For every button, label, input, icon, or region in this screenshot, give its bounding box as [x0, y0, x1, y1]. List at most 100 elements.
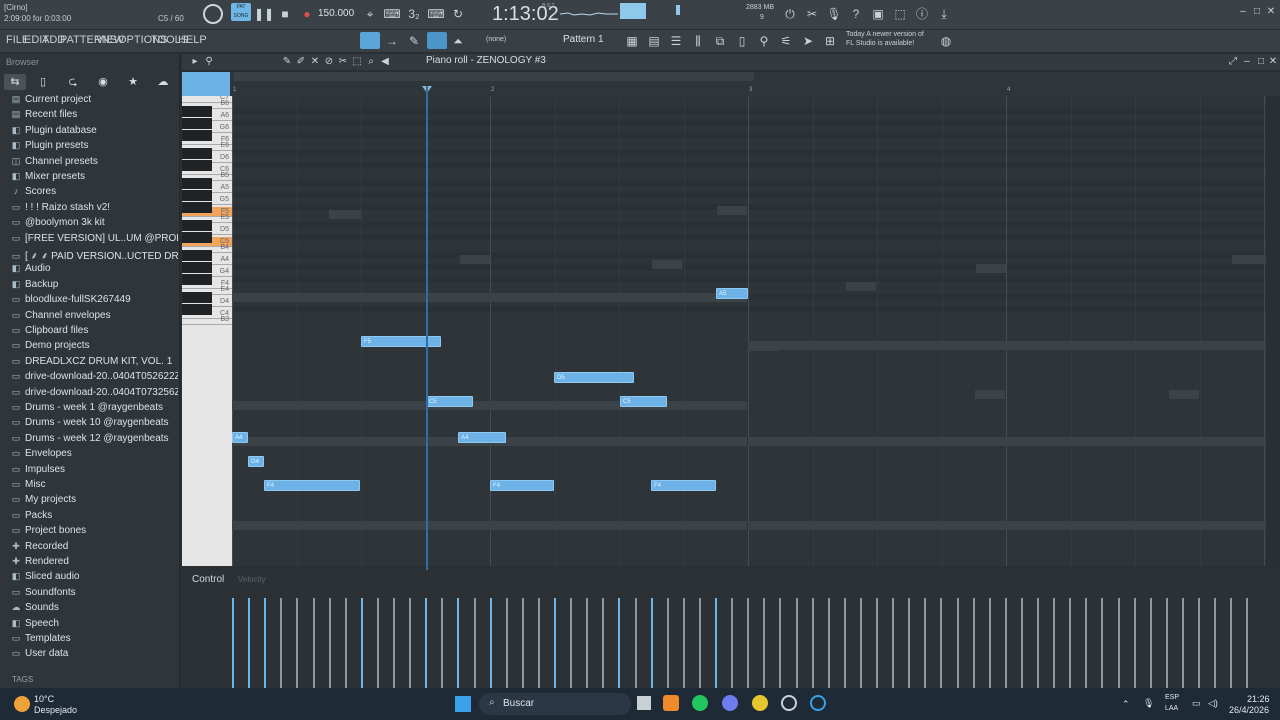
velocity-bar[interactable]	[521, 598, 524, 688]
lang-code[interactable]: ESP	[1165, 694, 1179, 701]
star-icon[interactable]: ★	[122, 74, 144, 90]
velocity-bar[interactable]	[795, 598, 798, 688]
download-icon[interactable]: ⤓	[935, 6, 953, 22]
velocity-bar[interactable]	[586, 598, 589, 688]
black-key[interactable]	[182, 262, 212, 273]
browser-item[interactable]: ◫ Channel presets	[10, 156, 178, 171]
velocity-bar[interactable]	[1117, 598, 1120, 688]
black-key[interactable]	[182, 250, 212, 261]
velocity-bar[interactable]	[328, 598, 331, 688]
weather-temp[interactable]: 10°C	[34, 694, 54, 704]
velocity-bar[interactable]	[1085, 598, 1088, 688]
browser-item[interactable]: ▭ drive-download-20..0404T052622Z-1-001	[10, 371, 178, 386]
browser-item[interactable]: ▭ My projects	[10, 494, 178, 509]
velocity-bar[interactable]	[1004, 598, 1007, 688]
browser-item[interactable]: ▭ drive-download-20..0404T073256Z-1-001	[10, 387, 178, 402]
velocity-bar[interactable]	[779, 598, 782, 688]
task-view-icon[interactable]	[637, 696, 651, 710]
browser-item[interactable]: ▭ Impulses	[10, 464, 178, 479]
velocity-bar[interactable]	[682, 598, 685, 688]
globe-icon[interactable]: ◍	[937, 33, 955, 49]
volume-icon[interactable]: ◁)	[1208, 698, 1218, 709]
velocity-bar[interactable]	[972, 598, 975, 688]
black-key[interactable]	[182, 304, 212, 315]
discord-icon[interactable]	[722, 695, 738, 711]
step-edit-icon[interactable]: ⌨	[427, 6, 445, 22]
hierarchy-icon[interactable]: ⧉	[711, 33, 729, 49]
midi-note[interactable]: F4	[490, 480, 554, 491]
velocity-bar[interactable]	[344, 598, 347, 688]
velocity-bar[interactable]	[1181, 598, 1184, 688]
menu-help[interactable]: HELP	[178, 34, 207, 46]
browser-item[interactable]: ▭ [ ⸙ ⸙ PAID VERSION..UCTED DRUM KIT	[10, 248, 178, 263]
master-volume-knob[interactable]	[203, 4, 223, 24]
play-icon[interactable]: ❚❚	[254, 6, 274, 22]
velocity-bar[interactable]	[956, 598, 959, 688]
velocity-bar[interactable]	[296, 598, 299, 688]
velocity-bar[interactable]	[537, 598, 540, 688]
browser-item[interactable]: ▭ Channel envelopes	[10, 310, 178, 325]
velocity-bar[interactable]	[843, 598, 846, 688]
plug-icon[interactable]: ⚲	[755, 33, 773, 49]
velocity-bar[interactable]	[441, 598, 444, 688]
black-key[interactable]	[182, 274, 212, 285]
velocity-bar[interactable]	[666, 598, 669, 688]
magnet-icon[interactable]: ⚲	[200, 54, 218, 70]
velocity-bar[interactable]	[876, 598, 878, 688]
link-icon[interactable]	[427, 32, 447, 49]
countdown-icon[interactable]: 3₂	[405, 6, 423, 22]
browser-item[interactable]: ✚ Recorded	[10, 541, 178, 556]
windows-start-icon[interactable]	[455, 696, 471, 712]
velocity-bar[interactable]	[634, 598, 637, 688]
velocity-bar[interactable]	[1198, 598, 1200, 688]
midi-note[interactable]: F4	[651, 480, 716, 491]
velocity-bar[interactable]	[1149, 598, 1152, 688]
help-icon[interactable]: ?	[847, 6, 865, 22]
velocity-bar[interactable]	[747, 598, 750, 688]
midi-note[interactable]: A5	[716, 288, 748, 299]
browser-item[interactable]: ▭ Demo projects	[10, 340, 178, 355]
velocity-bar[interactable]	[1246, 598, 1249, 688]
browser-item[interactable]: ▭ Project bones	[10, 525, 178, 540]
black-key[interactable]	[182, 292, 212, 303]
velocity-bar[interactable]	[859, 598, 862, 688]
loop-record-icon[interactable]: ↻	[449, 6, 467, 22]
metronome-icon[interactable]: ⌖	[361, 6, 379, 22]
piano-roll-button[interactable]	[360, 32, 380, 49]
browser-item[interactable]: ♪ Scores	[10, 186, 178, 201]
velocity-bar[interactable]	[1053, 598, 1056, 688]
velocity-bar[interactable]	[360, 598, 363, 688]
browser-item[interactable]: ▭ User data	[10, 648, 178, 663]
velocity-bar[interactable]	[489, 598, 492, 688]
velocity-bar[interactable]	[924, 598, 927, 688]
taskbar-search[interactable]: ⌕ Buscar	[479, 693, 631, 715]
playlist-icon[interactable]: ▦	[623, 33, 641, 49]
tempo-display[interactable]: 150.000	[318, 8, 354, 19]
browser-item[interactable]: ▭ [FREE VERSION] UL..UM @PROD.ROSEYY$	[10, 233, 178, 248]
pointer-icon[interactable]: ➤	[799, 33, 817, 49]
browser-item[interactable]: ☁ Sounds	[10, 602, 178, 617]
velocity-bar[interactable]	[650, 598, 653, 688]
velocity-bar[interactable]	[811, 598, 814, 688]
browser-item[interactable]: ✚ Rendered	[10, 556, 178, 571]
export-icon[interactable]: ⬚	[891, 6, 909, 22]
weather-desc[interactable]: Despejado	[34, 705, 77, 715]
velocity-bar[interactable]	[409, 598, 412, 688]
browser-item[interactable]: ◧ Audio	[10, 263, 178, 278]
browser-item[interactable]: ▭ Drums - week 12 @raygenbeats	[10, 433, 178, 448]
velocity-bar[interactable]	[731, 598, 734, 688]
sliders-icon[interactable]: ⫼	[689, 33, 707, 49]
velocity-lane[interactable]	[182, 570, 1280, 688]
settings-icon[interactable]	[781, 695, 797, 711]
pr-close-icon[interactable]: ✕	[1264, 54, 1280, 70]
black-key[interactable]	[182, 148, 212, 159]
midi-note[interactable]: F5	[361, 336, 441, 347]
channel-color-tab[interactable]	[182, 72, 230, 96]
midi-note[interactable]: C5	[620, 396, 667, 407]
black-key[interactable]	[182, 106, 212, 117]
browser-item[interactable]: ◧ Plugin presets	[10, 140, 178, 155]
arrow-right-icon[interactable]: →	[383, 33, 401, 49]
velocity-bar[interactable]	[248, 598, 251, 688]
velocity-bar[interactable]	[473, 598, 476, 688]
browser-item[interactable]: ◧ Mixer presets	[10, 171, 178, 186]
